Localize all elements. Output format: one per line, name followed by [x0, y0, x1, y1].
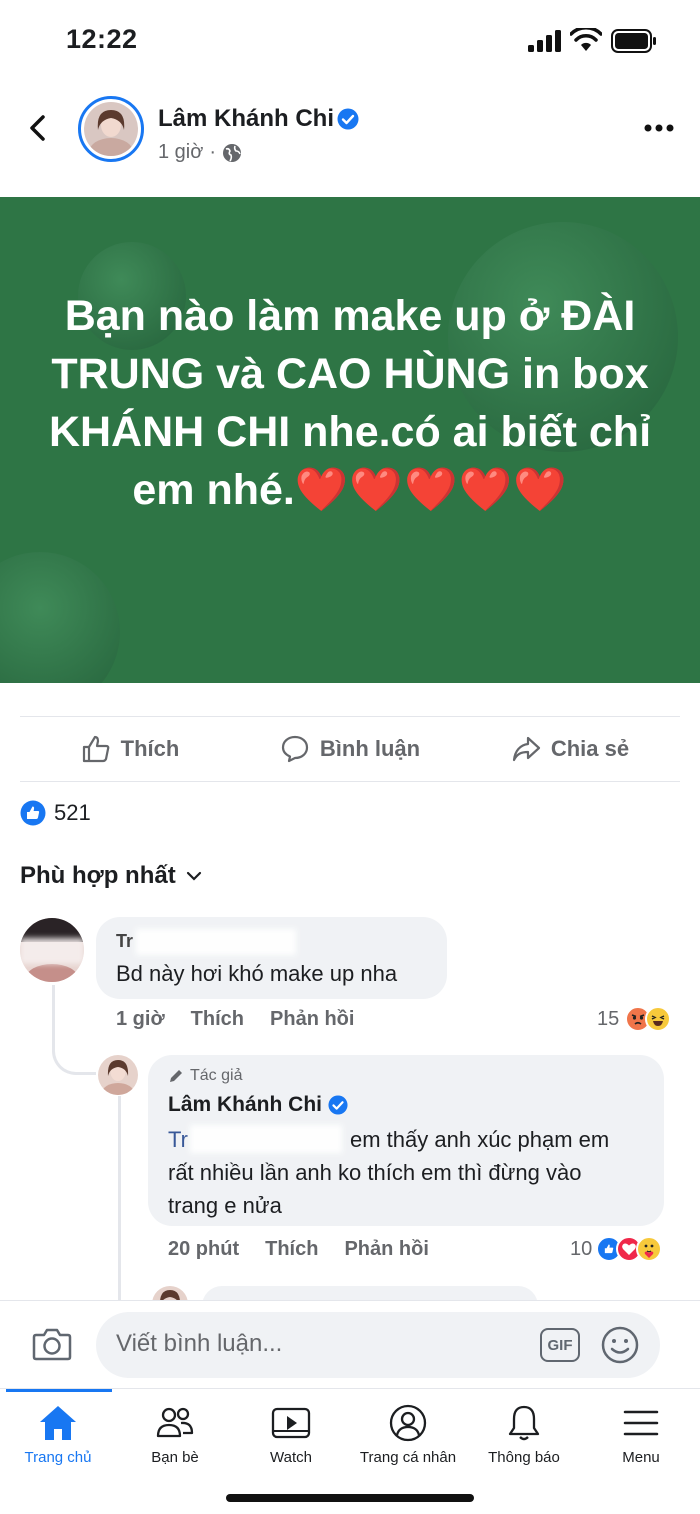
tab-notifications[interactable]: Thông báo — [466, 1403, 582, 1466]
like-reaction-icon — [20, 800, 46, 826]
tab-profile[interactable]: Trang cá nhân — [350, 1403, 466, 1466]
watch-icon — [271, 1407, 311, 1439]
author-avatar[interactable] — [78, 96, 144, 162]
commenter-avatar[interactable] — [20, 918, 84, 982]
post-action-bar: Thích Bình luận Chia sẻ — [20, 716, 680, 782]
comment-input[interactable]: Viết bình luận... GIF — [96, 1312, 660, 1378]
redaction-blur — [190, 1125, 342, 1153]
author-tag-label: Tác giả — [190, 1067, 243, 1084]
reply-author-avatar[interactable] — [98, 1055, 138, 1095]
reply-mention[interactable]: Tr — [168, 1123, 188, 1156]
comment-like-button[interactable]: Thích — [191, 1008, 244, 1031]
emoji-icon[interactable] — [600, 1325, 640, 1365]
home-indicator — [226, 1494, 474, 1502]
share-button[interactable]: Chia sẻ — [460, 717, 680, 781]
reply-meta: 20 phút Thích Phản hồi — [168, 1238, 429, 1261]
avatar-photo — [98, 1055, 138, 1095]
reply-text-line: trang e nửa — [168, 1193, 282, 1218]
gif-button[interactable]: GIF — [540, 1328, 580, 1362]
status-bar: 12:22 — [0, 0, 700, 80]
tab-home[interactable]: Trang chủ — [0, 1403, 116, 1466]
avatar-photo — [20, 918, 84, 982]
post-time[interactable]: 1 giờ — [158, 141, 203, 164]
comment-meta: 1 giờ Thích Phản hồi — [116, 1008, 354, 1031]
author-name[interactable]: Lâm Khánh Chi — [158, 105, 334, 133]
menu-icon — [623, 1410, 659, 1436]
meta-separator: · — [209, 141, 217, 163]
reply-author-label: Lâm Khánh Chi — [168, 1093, 323, 1116]
bottom-tab-bar: Trang chủ Bạn bè Watch Trang cá nhân Thô… — [0, 1388, 700, 1514]
comment-composer-bar: Viết bình luận... GIF — [0, 1300, 700, 1388]
camera-icon[interactable] — [32, 1327, 72, 1361]
heart-emojis: ❤️❤️❤️❤️❤️ — [294, 466, 568, 514]
care-reaction-icon — [636, 1236, 663, 1262]
tab-label: Trang cá nhân — [359, 1449, 457, 1466]
bell-icon — [508, 1405, 540, 1441]
comment-icon — [281, 735, 308, 763]
comment-reply-button[interactable]: Phản hồi — [270, 1008, 354, 1031]
profile-icon — [389, 1404, 427, 1442]
reply-text: em thấy anh xúc phạm em — [350, 1127, 610, 1152]
reply-like-button[interactable]: Thích — [265, 1238, 318, 1261]
comment-reactions[interactable]: 15 — [597, 1006, 672, 1032]
reaction-summary[interactable]: 521 — [20, 800, 91, 826]
status-time: 12:22 — [66, 24, 138, 54]
reply-text-line: rất nhiều lần anh ko thích em thì đừng v… — [168, 1160, 582, 1185]
commenter-name[interactable]: Tr — [116, 931, 133, 952]
reply-time[interactable]: 20 phút — [168, 1238, 239, 1261]
reply-reaction-count: 10 — [570, 1237, 593, 1260]
tab-label: Menu — [622, 1449, 660, 1466]
reply-reactions[interactable]: 10 — [570, 1236, 663, 1262]
back-icon[interactable] — [24, 114, 52, 142]
post-header: Lâm Khánh Chi 1 giờ · — [0, 80, 700, 196]
share-label: Chia sẻ — [550, 736, 630, 761]
comment-time[interactable]: 1 giờ — [116, 1008, 165, 1031]
soccer-ball-decoration — [0, 552, 120, 683]
comment-placeholder: Viết bình luận... — [116, 1330, 283, 1357]
tab-label: Bạn bè — [151, 1449, 199, 1466]
more-options-icon[interactable] — [644, 124, 674, 132]
comment-text: Bd này hơi khó make up nha — [116, 961, 398, 986]
post-text: Bạn nào làm make up ở ĐÀI TRUNG và CAO H… — [30, 287, 670, 519]
home-icon — [40, 1406, 76, 1440]
reaction-count: 521 — [54, 800, 91, 825]
reply-author-name[interactable]: Lâm Khánh Chi — [168, 1093, 348, 1117]
comment-label: Bình luận — [319, 736, 421, 761]
comment-bubble: Tr Bd này hơi khó make up nha — [96, 917, 447, 999]
tab-label: Thông báo — [488, 1449, 560, 1466]
verified-badge-icon — [328, 1095, 348, 1115]
redaction-blur — [136, 929, 296, 955]
share-icon — [512, 736, 540, 762]
post-meta: 1 giờ · — [158, 141, 242, 164]
author-tag: Tác giả — [168, 1067, 242, 1085]
reply-reply-button[interactable]: Phản hồi — [344, 1238, 428, 1261]
chevron-down-icon — [186, 871, 201, 881]
like-button[interactable]: Thích — [20, 717, 240, 781]
like-label: Thích — [120, 736, 180, 761]
thread-connector — [118, 1096, 121, 1306]
signal-icon — [528, 30, 561, 52]
comment-button[interactable]: Bình luận — [240, 717, 460, 781]
avatar-photo — [84, 102, 138, 156]
tab-menu[interactable]: Menu — [583, 1403, 699, 1466]
tab-label: Watch — [270, 1449, 312, 1466]
comment-sort-dropdown[interactable]: Phù hợp nhất — [20, 862, 202, 890]
post-text-background: Bạn nào làm make up ở ĐÀI TRUNG và CAO H… — [0, 197, 700, 683]
reply-bubble: Tác giả Lâm Khánh Chi Tr em thấy anh xúc… — [148, 1055, 664, 1226]
friends-icon — [156, 1407, 194, 1438]
verified-badge-icon — [337, 108, 359, 130]
haha-reaction-icon — [645, 1006, 672, 1032]
sort-label: Phù hợp nhất — [20, 862, 176, 889]
pencil-icon — [170, 1070, 182, 1082]
tab-watch[interactable]: Watch — [233, 1403, 349, 1466]
comment-reaction-count: 15 — [597, 1007, 620, 1030]
thumbs-up-icon — [82, 735, 110, 763]
wifi-icon — [570, 28, 602, 51]
globe-icon — [223, 143, 242, 162]
tab-label: Trang chủ — [24, 1449, 92, 1466]
tab-friends[interactable]: Bạn bè — [117, 1403, 233, 1466]
active-tab-indicator — [6, 1389, 112, 1392]
battery-icon — [611, 29, 656, 53]
thread-connector — [52, 985, 96, 1075]
